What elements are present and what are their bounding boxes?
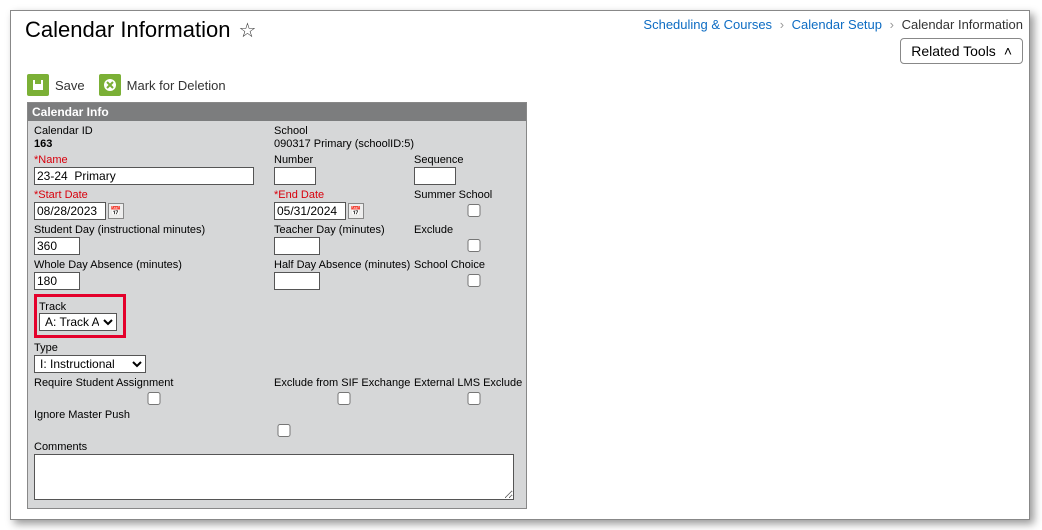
breadcrumb: Scheduling & Courses › Calendar Setup › …: [643, 17, 1023, 32]
number-label: Number: [274, 154, 414, 166]
comments-label: Comments: [34, 441, 534, 453]
exclude-sif-checkbox[interactable]: [274, 392, 414, 405]
calendar-id-label: Calendar ID: [34, 125, 274, 137]
sequence-label: Sequence: [414, 154, 534, 166]
delete-icon: [99, 74, 121, 96]
breadcrumb-link-calendar-setup[interactable]: Calendar Setup: [792, 17, 882, 32]
start-date-label: Start Date: [34, 189, 274, 201]
type-label: Type: [34, 342, 534, 354]
start-date-calendar-icon[interactable]: 📅: [108, 203, 124, 219]
school-choice-checkbox[interactable]: [414, 274, 534, 287]
save-icon: [27, 74, 49, 96]
school-value: 090317 Primary (schoolID:5): [274, 138, 534, 150]
track-select[interactable]: A: Track A: [39, 313, 117, 331]
chevron-right-icon: ›: [886, 17, 898, 32]
summer-school-label: Summer School: [414, 189, 534, 201]
track-label: Track: [39, 301, 66, 313]
require-student-assignment-label: Require Student Assignment: [34, 377, 274, 389]
page-title-text: Calendar Information: [25, 17, 230, 43]
student-day-input[interactable]: [34, 237, 80, 255]
external-lms-exclude-label: External LMS Exclude: [414, 377, 534, 389]
calendar-info-panel: Calendar Info Calendar ID 163 School 090…: [27, 102, 527, 509]
school-label: School: [274, 125, 534, 137]
exclude-checkbox[interactable]: [414, 239, 534, 252]
student-day-label: Student Day (instructional minutes): [34, 224, 274, 236]
name-input[interactable]: [34, 167, 254, 185]
whole-day-input[interactable]: [34, 272, 80, 290]
school-choice-label: School Choice: [414, 259, 534, 271]
exclude-label: Exclude: [414, 224, 534, 236]
whole-day-label: Whole Day Absence (minutes): [34, 259, 274, 271]
save-button[interactable]: Save: [27, 74, 85, 96]
calendar-id-value: 163: [34, 138, 274, 150]
half-day-label: Half Day Absence (minutes): [274, 259, 414, 271]
chevron-right-icon: ›: [776, 17, 788, 32]
breadcrumb-current: Calendar Information: [902, 17, 1023, 32]
type-select[interactable]: I: Instructional: [34, 355, 146, 373]
track-highlight-box: Track A: Track A: [34, 294, 126, 338]
number-input[interactable]: [274, 167, 316, 185]
page-title: Calendar Information ☆: [25, 17, 256, 43]
related-tools-button[interactable]: Related Tools ˄: [900, 38, 1023, 64]
comments-textarea[interactable]: [34, 454, 514, 500]
summer-school-checkbox[interactable]: [414, 204, 534, 217]
teacher-day-label: Teacher Day (minutes): [274, 224, 414, 236]
sequence-input[interactable]: [414, 167, 456, 185]
end-date-input[interactable]: [274, 202, 346, 220]
teacher-day-input[interactable]: [274, 237, 320, 255]
ignore-master-push-label: Ignore Master Push: [34, 409, 534, 421]
mark-for-deletion-button[interactable]: Mark for Deletion: [99, 74, 226, 96]
half-day-input[interactable]: [274, 272, 320, 290]
require-student-assignment-checkbox[interactable]: [34, 392, 274, 405]
chevron-up-icon: ˄: [1004, 43, 1012, 59]
breadcrumb-link-scheduling[interactable]: Scheduling & Courses: [643, 17, 772, 32]
related-tools-label: Related Tools: [911, 43, 996, 59]
exclude-sif-label: Exclude from SIF Exchange: [274, 377, 414, 389]
save-label: Save: [55, 78, 85, 93]
mark-for-deletion-label: Mark for Deletion: [127, 78, 226, 93]
start-date-input[interactable]: [34, 202, 106, 220]
ignore-master-push-checkbox[interactable]: [34, 424, 534, 437]
name-label: Name: [34, 154, 274, 166]
end-date-calendar-icon[interactable]: 📅: [348, 203, 364, 219]
favorite-star-icon[interactable]: ☆: [238, 18, 256, 43]
external-lms-exclude-checkbox[interactable]: [414, 392, 534, 405]
end-date-label: End Date: [274, 189, 414, 201]
panel-header: Calendar Info: [28, 103, 526, 121]
